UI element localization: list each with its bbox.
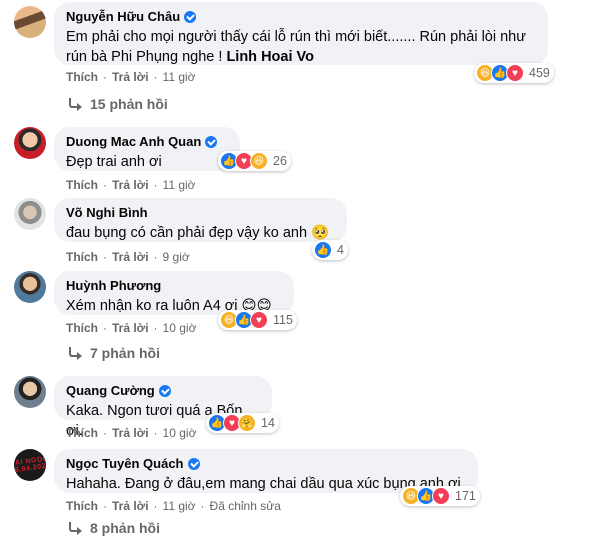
reaction-count: 459	[529, 66, 550, 80]
comment-actions: Thích · Trả lời · 9 giờ	[66, 250, 190, 264]
edited-label[interactable]: Đã chỉnh sửa	[210, 499, 281, 513]
reaction-count: 26	[273, 154, 287, 168]
avatar[interactable]	[14, 198, 46, 230]
view-replies-button[interactable]: 8 phản hồi	[68, 520, 160, 536]
comment-actions: Thích · Trả lời · 10 giờ	[66, 426, 197, 440]
comment-bubble: Võ Nghi Bình đau bụng có cần phải đẹp vậ…	[54, 198, 347, 242]
comment-text: đau bụng có cần phải đẹp vậy ko anh 🥺	[66, 225, 330, 241]
verified-badge-icon	[205, 136, 218, 148]
comment-actions: Thích · Trả lời · 11 giờ	[66, 70, 196, 84]
like-reaction-icon: 👍	[314, 241, 332, 259]
verified-badge-icon	[184, 11, 197, 23]
reply-button[interactable]: Trả lời	[112, 250, 149, 264]
avatar[interactable]: ĐẠI NGỌC 06.04.2021	[14, 449, 46, 481]
like-button[interactable]: Thích	[66, 499, 98, 513]
reply-button[interactable]: Trả lời	[112, 499, 149, 513]
reaction-summary[interactable]: 👍 ♥ 🤗 14	[206, 413, 279, 433]
comment-author[interactable]: Quang Cường	[66, 383, 155, 399]
like-button[interactable]: Thích	[66, 250, 98, 264]
timestamp[interactable]: 10 giờ	[163, 426, 197, 440]
timestamp[interactable]: 10 giờ	[163, 321, 197, 335]
verified-badge-icon	[158, 385, 171, 397]
view-replies-button[interactable]: 7 phản hồi	[68, 345, 160, 361]
reaction-summary[interactable]: 👍 4	[312, 240, 348, 260]
reply-arrow-icon	[68, 98, 82, 111]
love-reaction-icon: ♥	[432, 487, 450, 505]
comment-bubble: Duong Mac Anh Quan Đẹp trai anh ơi	[54, 127, 240, 171]
love-reaction-icon: ♥	[506, 64, 524, 82]
reply-arrow-icon	[68, 347, 82, 360]
verified-badge-icon	[187, 458, 200, 470]
comment-bubble: Huỳnh Phương Xém nhận ko ra luôn A4 ơi 😊…	[54, 271, 294, 315]
avatar-badge-text: ĐẠI NGỌC 06.04.2021	[14, 455, 46, 475]
reply-arrow-icon	[68, 522, 82, 535]
comment-actions: Thích · Trả lời · 11 giờ	[66, 178, 196, 192]
reaction-summary[interactable]: 😆 👍 ♥ 115	[218, 310, 297, 330]
reaction-summary[interactable]: 👍 ♥ 😆 26	[218, 151, 291, 171]
comment-author[interactable]: Nguyễn Hữu Châu	[66, 9, 180, 25]
reaction-count: 14	[261, 416, 275, 430]
reaction-count: 115	[273, 313, 293, 327]
reply-button[interactable]: Trả lời	[112, 321, 149, 335]
avatar[interactable]	[14, 271, 46, 303]
mention-link[interactable]: Linh Hoai Vo	[226, 49, 314, 65]
timestamp[interactable]: 11 giờ	[163, 499, 196, 513]
comment-text: Đẹp trai anh ơi	[66, 154, 162, 170]
reply-button[interactable]: Trả lời	[112, 70, 149, 84]
timestamp[interactable]: 11 giờ	[163, 70, 196, 84]
reply-button[interactable]: Trả lời	[112, 426, 149, 440]
comment-actions: Thích · Trả lời · 11 giờ · Đã chỉnh sửa	[66, 499, 281, 513]
comment-text: Em phải cho mọi người thấy cái lỗ rún th…	[66, 29, 526, 65]
like-button[interactable]: Thích	[66, 70, 98, 84]
reaction-summary[interactable]: 😆 👍 ♥ 171	[400, 486, 480, 506]
comment-actions: Thích · Trả lời · 10 giờ	[66, 321, 197, 335]
avatar[interactable]	[14, 127, 46, 159]
timestamp[interactable]: 9 giờ	[163, 250, 190, 264]
comment-author[interactable]: Võ Nghi Bình	[66, 205, 148, 221]
view-replies-button[interactable]: 15 phản hồi	[68, 96, 168, 112]
like-button[interactable]: Thích	[66, 178, 98, 192]
comment-author[interactable]: Ngọc Tuyên Quách	[66, 456, 184, 472]
comment-author[interactable]: Huỳnh Phương	[66, 278, 161, 294]
like-button[interactable]: Thích	[66, 426, 98, 440]
reaction-count: 171	[455, 489, 476, 503]
timestamp[interactable]: 11 giờ	[163, 178, 196, 192]
like-button[interactable]: Thích	[66, 321, 98, 335]
haha-reaction-icon: 😆	[250, 152, 268, 170]
love-reaction-icon: ♥	[250, 311, 268, 329]
care-reaction-icon: 🤗	[238, 414, 256, 432]
comment-author[interactable]: Duong Mac Anh Quan	[66, 134, 201, 150]
reaction-count: 4	[337, 243, 344, 257]
reply-button[interactable]: Trả lời	[112, 178, 149, 192]
comment-bubble: Nguyễn Hữu Châu Em phải cho mọi người th…	[54, 2, 548, 65]
avatar[interactable]	[14, 6, 46, 38]
reaction-summary[interactable]: 😆 👍 ♥ 459	[474, 63, 554, 83]
avatar[interactable]	[14, 376, 46, 408]
